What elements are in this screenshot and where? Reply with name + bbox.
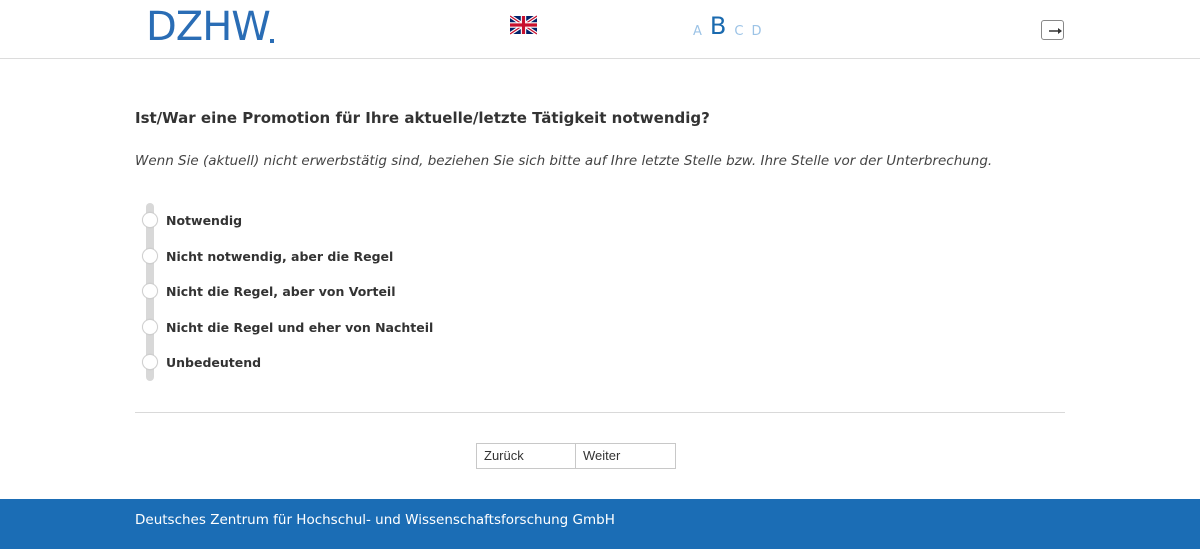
footer-text: Deutsches Zentrum für Hochschul- und Wis…: [135, 512, 615, 528]
option-notwendig[interactable]: Notwendig: [142, 210, 242, 230]
exit-arrow-icon: [1049, 28, 1062, 34]
module-nav: A B C D: [693, 13, 769, 39]
radio-button[interactable]: [142, 283, 158, 299]
module-d[interactable]: D: [751, 24, 761, 39]
module-c[interactable]: C: [734, 24, 743, 39]
option-label: Nicht notwendig, aber die Regel: [166, 248, 394, 264]
option-label: Nicht die Regel und eher von Nachteil: [166, 319, 434, 335]
divider: [135, 412, 1065, 413]
option-label: Nicht die Regel, aber von Vorteil: [166, 283, 396, 299]
radio-button[interactable]: [142, 319, 158, 335]
option-unbedeutend[interactable]: Unbedeutend: [142, 352, 261, 372]
option-von-vorteil[interactable]: Nicht die Regel, aber von Vorteil: [142, 281, 396, 301]
radio-button[interactable]: [142, 248, 158, 264]
question-text: Ist/War eine Promotion für Ihre aktuelle…: [135, 109, 710, 127]
radio-button[interactable]: [142, 212, 158, 228]
exit-button[interactable]: [1041, 20, 1064, 40]
option-label: Notwendig: [166, 212, 243, 228]
option-nicht-notwendig-aber-regel[interactable]: Nicht notwendig, aber die Regel: [142, 246, 393, 266]
logo-dot: [270, 39, 274, 43]
module-a[interactable]: A: [693, 24, 702, 39]
radio-button[interactable]: [142, 354, 158, 370]
answer-options: Notwendig Nicht notwendig, aber die Rege…: [142, 203, 642, 381]
footer: Deutsches Zentrum für Hochschul- und Wis…: [0, 499, 1200, 549]
module-b[interactable]: B: [710, 13, 726, 39]
next-button[interactable]: Weiter: [576, 443, 676, 469]
header: DZHW A B C D: [0, 0, 1200, 59]
navigation-buttons: Zurück Weiter: [476, 443, 676, 469]
dzhw-logo: DZHW: [146, 4, 271, 50]
uk-flag-icon[interactable]: [510, 15, 537, 35]
option-label: Unbedeutend: [166, 354, 262, 370]
instruction-text: Wenn Sie (aktuell) nicht erwerbstätig si…: [135, 153, 993, 169]
back-button[interactable]: Zurück: [476, 443, 576, 469]
option-von-nachteil[interactable]: Nicht die Regel und eher von Nachteil: [142, 317, 433, 337]
